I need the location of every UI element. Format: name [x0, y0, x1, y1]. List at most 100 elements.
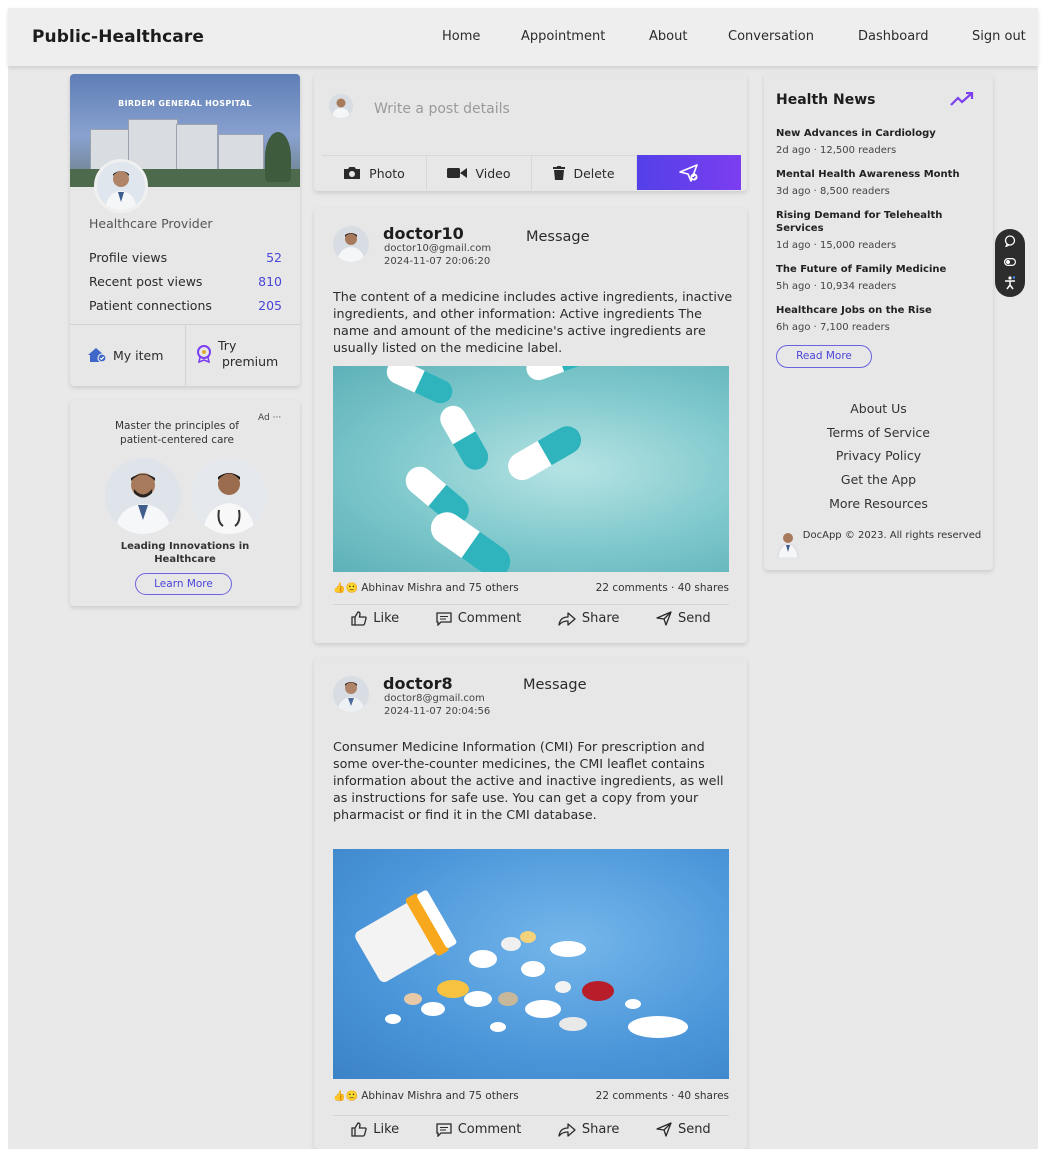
- share-button[interactable]: Share: [558, 1122, 619, 1137]
- send-label: Send: [677, 611, 711, 626]
- send-button[interactable]: Send: [656, 611, 711, 626]
- nav-conversation[interactable]: Conversation: [728, 29, 814, 44]
- post-author-avatar[interactable]: [333, 226, 369, 262]
- pills-graphic: [355, 890, 688, 1038]
- comment-button[interactable]: Comment: [436, 1122, 521, 1137]
- footer-more-resources[interactable]: More Resources: [764, 496, 993, 511]
- send-button[interactable]: Send: [656, 1122, 711, 1137]
- comment-icon: [436, 1122, 452, 1137]
- ad-caption-line1: Leading Innovations in: [120, 541, 250, 552]
- try-premium-button[interactable]: Try premium: [196, 338, 278, 370]
- news-item-meta: 1d ago · 15,000 readers: [776, 240, 897, 251]
- post-text: The content of a medicine includes activ…: [333, 289, 733, 355]
- nav-sign-out[interactable]: Sign out: [972, 29, 1026, 44]
- footer-logo: [776, 530, 800, 558]
- video-label: Video: [475, 165, 511, 181]
- try-premium-line2: premium: [222, 354, 279, 369]
- send-label: Send: [677, 1122, 711, 1137]
- footer-privacy[interactable]: Privacy Policy: [764, 448, 993, 463]
- post-author-email: doctor8@gmail.com: [384, 693, 485, 704]
- message-button[interactable]: Message: [526, 229, 590, 245]
- my-item-label: My item: [113, 347, 164, 363]
- ad-doctor-avatar-2: [191, 458, 267, 534]
- share-label: Share: [581, 611, 620, 626]
- like-button[interactable]: Like: [351, 1122, 399, 1137]
- comments-shares-count[interactable]: 22 comments · 40 shares: [596, 582, 729, 594]
- news-item-title[interactable]: Rising Demand for Telehealth Services: [776, 209, 961, 235]
- reactions-summary[interactable]: 👍🙂 Abhinav Mishra and 75 others: [333, 1090, 519, 1102]
- nav-links: Home Appointment About Conversation Dash…: [8, 29, 1038, 49]
- share-button[interactable]: Share: [558, 611, 620, 626]
- like-label: Like: [373, 611, 400, 626]
- submit-post-button[interactable]: [637, 155, 741, 190]
- stat-recent-post-views[interactable]: Recent post views 810: [89, 274, 282, 289]
- read-more-button[interactable]: Read More: [776, 345, 872, 368]
- post-actions: Like Comment Share Send: [333, 604, 729, 632]
- post-card: doctor10 doctor10@gmail.com 2024-11-07 2…: [314, 208, 747, 643]
- post-author-name[interactable]: doctor8: [383, 674, 453, 693]
- post-image-capsules: [333, 366, 729, 572]
- footer-get-app[interactable]: Get the App: [764, 472, 993, 487]
- accessibility-widget: [995, 229, 1025, 297]
- video-button[interactable]: Video: [427, 155, 532, 190]
- chat-bubble-icon[interactable]: [1004, 235, 1016, 247]
- learn-more-button[interactable]: Learn More: [135, 573, 232, 595]
- send-icon: [679, 163, 699, 182]
- news-item-meta: 2d ago · 12,500 readers: [776, 145, 897, 156]
- divider: [185, 324, 186, 386]
- nav-about[interactable]: About: [649, 29, 687, 44]
- message-button[interactable]: Message: [523, 677, 587, 693]
- cover-hospital-name: BIRDEM GENERAL HOSPITAL: [118, 99, 252, 108]
- premium-badge-icon: [196, 345, 212, 363]
- footer-terms[interactable]: Terms of Service: [764, 425, 993, 440]
- ad-headline-line1: Master the principles of: [115, 420, 239, 432]
- paper-plane-icon: [656, 1122, 672, 1137]
- ad-label: Ad: [258, 413, 270, 423]
- photo-label: Photo: [369, 165, 405, 181]
- footer-about-us[interactable]: About Us: [764, 401, 993, 416]
- reactions-summary[interactable]: 👍🙂 Abhinav Mishra and 75 others: [333, 582, 519, 594]
- profile-role: Healthcare Provider: [89, 216, 213, 231]
- post-composer: Write a post details Photo Video Delete: [314, 74, 747, 191]
- reactions-text: Abhinav Mishra and 75 others: [361, 1090, 519, 1102]
- news-item-title[interactable]: Mental Health Awareness Month: [776, 168, 976, 181]
- post-timestamp: 2024-11-07 20:06:20: [384, 256, 491, 267]
- nav-appointment[interactable]: Appointment: [521, 29, 605, 44]
- nav-dashboard[interactable]: Dashboard: [858, 29, 929, 44]
- camera-icon: [343, 166, 361, 180]
- post-author-name[interactable]: doctor10: [383, 224, 464, 243]
- comment-button[interactable]: Comment: [436, 611, 521, 626]
- ad-headline: Master the principles of patient-centere…: [92, 419, 262, 447]
- news-item-title[interactable]: Healthcare Jobs on the Rise: [776, 304, 976, 317]
- thumbs-up-icon: [351, 1122, 368, 1137]
- app-frame: Public-Healthcare Home Appointment About…: [8, 8, 1038, 1149]
- post-input[interactable]: Write a post details: [374, 101, 510, 117]
- ad-tag[interactable]: Ad ···: [258, 413, 281, 423]
- copyright-text: DocApp © 2023. All rights reserved: [802, 530, 982, 541]
- share-arrow-icon: [558, 611, 576, 626]
- comments-shares-count[interactable]: 22 comments · 40 shares: [596, 1090, 729, 1102]
- more-options-icon: ···: [272, 413, 282, 423]
- news-item-title[interactable]: The Future of Family Medicine: [776, 263, 976, 276]
- post-author-avatar[interactable]: [333, 676, 369, 712]
- delete-button[interactable]: Delete: [532, 155, 637, 190]
- stat-value: 52: [266, 250, 282, 265]
- share-arrow-icon: [558, 1122, 576, 1137]
- ad-headline-line2: patient-centered care: [120, 434, 234, 446]
- house-icon: [87, 347, 107, 363]
- reaction-icons: 👍🙂: [333, 1091, 358, 1102]
- composer-avatar: [329, 94, 353, 118]
- stat-patient-connections[interactable]: Patient connections 205: [89, 298, 282, 313]
- my-item-button[interactable]: My item: [87, 347, 163, 363]
- photo-button[interactable]: Photo: [322, 155, 427, 190]
- profile-avatar[interactable]: [94, 159, 148, 213]
- news-item-title[interactable]: New Advances in Cardiology: [776, 127, 976, 140]
- post-engagement-meta: 👍🙂 Abhinav Mishra and 75 others 22 comme…: [333, 582, 729, 594]
- news-item-meta: 5h ago · 10,934 readers: [776, 281, 897, 292]
- accessibility-person-icon[interactable]: [1004, 276, 1016, 290]
- like-button[interactable]: Like: [351, 611, 399, 626]
- stat-profile-views[interactable]: Profile views 52: [89, 250, 282, 265]
- toggle-icon[interactable]: [1004, 257, 1016, 267]
- reactions-text: Abhinav Mishra and 75 others: [361, 582, 519, 594]
- nav-home[interactable]: Home: [442, 29, 480, 44]
